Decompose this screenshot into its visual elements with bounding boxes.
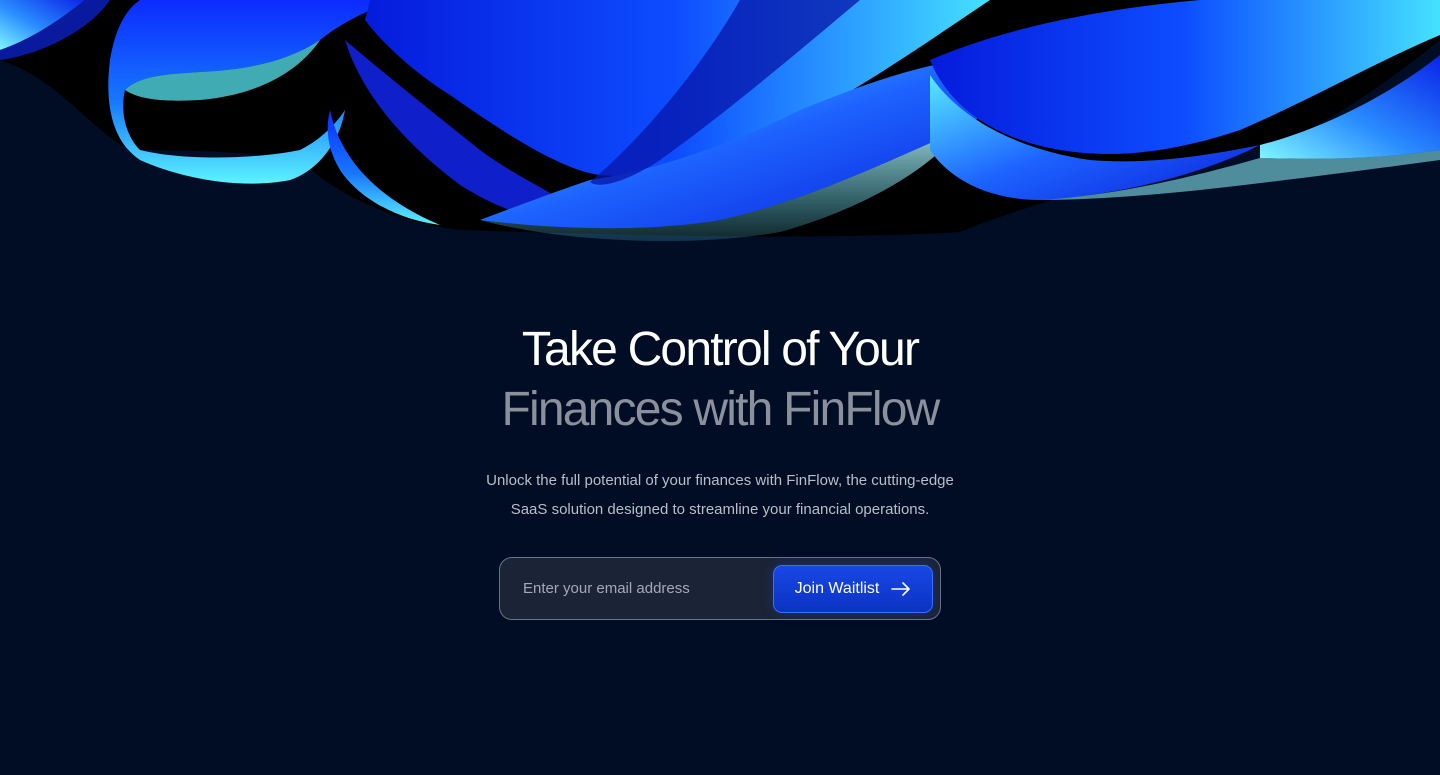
email-input[interactable] bbox=[501, 559, 763, 618]
landing-page: Take Control of Your Finances with FinFl… bbox=[0, 0, 1440, 775]
join-waitlist-button[interactable]: Join Waitlist bbox=[773, 565, 933, 613]
join-waitlist-label: Join Waitlist bbox=[794, 580, 880, 597]
hero-headline: Take Control of Your Finances with FinFl… bbox=[0, 320, 1440, 440]
hero-subtitle: Unlock the full potential of your financ… bbox=[440, 466, 1000, 524]
headline-line-primary: Take Control of Your bbox=[521, 323, 920, 376]
headline-line-secondary: Finances with FinFlow bbox=[501, 383, 940, 436]
hero-ribbon-artwork bbox=[0, 0, 1440, 242]
subtitle-line-1: Unlock the full potential of your financ… bbox=[486, 472, 954, 489]
subtitle-line-2: SaaS solution designed to streamline you… bbox=[510, 501, 930, 518]
arrow-right-icon bbox=[891, 579, 911, 599]
hero-content: Take Control of Your Finances with FinFl… bbox=[0, 320, 1440, 524]
waitlist-form: Join Waitlist bbox=[499, 557, 941, 620]
